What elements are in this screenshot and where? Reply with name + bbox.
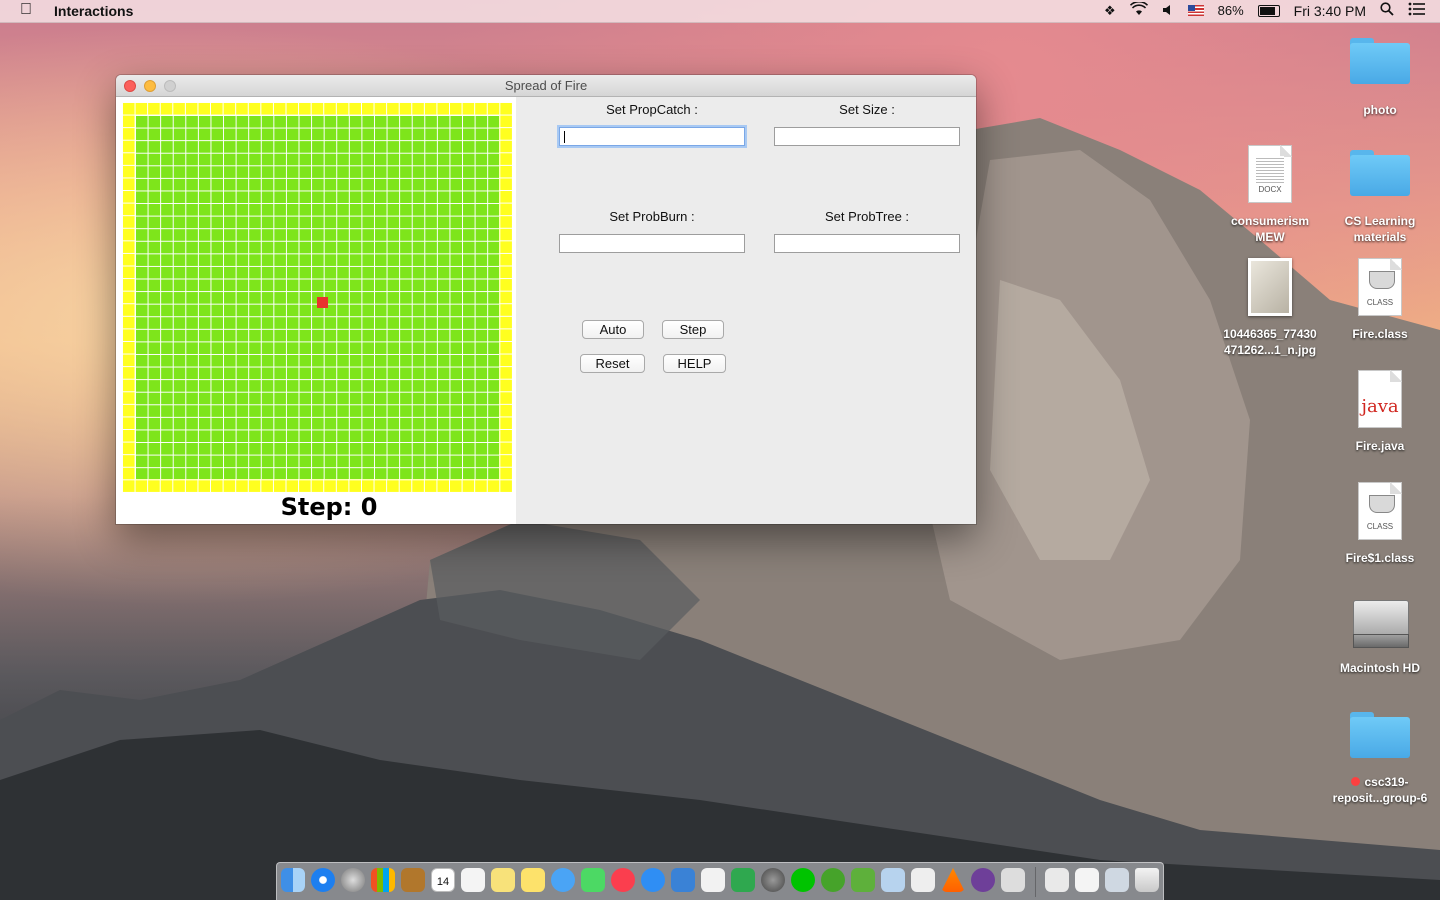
help-button[interactable]: HELP <box>663 354 726 373</box>
window-titlebar[interactable]: Spread of Fire <box>116 75 976 97</box>
probtree-input[interactable] <box>774 234 960 253</box>
virtualbox-icon[interactable] <box>881 868 905 892</box>
icon-label-line2: 471262...1_n.jpg <box>1223 343 1317 357</box>
probburn-input[interactable] <box>559 234 745 253</box>
notes-icon[interactable] <box>491 868 515 892</box>
dock-separator <box>1035 867 1036 897</box>
propcatch-input[interactable] <box>559 127 745 146</box>
java-class-icon: CLASS <box>1358 482 1402 540</box>
dock: 14 <box>276 862 1164 900</box>
java-source-icon: java <box>1358 370 1402 428</box>
keynote-icon[interactable] <box>671 868 695 892</box>
desktop-icon-fire-java[interactable]: java Fire.java <box>1325 370 1435 454</box>
downloads-stack-icon[interactable] <box>1045 868 1069 892</box>
window-title: Spread of Fire <box>504 78 588 93</box>
calendar-icon[interactable]: 14 <box>431 868 455 892</box>
probtree-label: Set ProbTree : <box>824 209 910 224</box>
windows-app-icon[interactable] <box>371 868 395 892</box>
java-app-icon[interactable] <box>1075 868 1099 892</box>
hard-drive-icon <box>1351 594 1409 650</box>
desktop-icon-fire-class[interactable]: CLASS Fire.class <box>1325 258 1435 342</box>
icon-label-line2: materials <box>1353 230 1407 244</box>
reminders-icon[interactable] <box>461 868 485 892</box>
desktop-icon-macintosh-hd[interactable]: Macintosh HD <box>1325 594 1435 676</box>
propcatch-label: Set PropCatch : <box>606 102 698 117</box>
apple-menu-icon[interactable]:  <box>20 1 32 19</box>
menu-bar:  Interactions ❖ 86% Fri 3:40 PM <box>0 0 1440 23</box>
active-app-name[interactable]: Interactions <box>54 3 133 19</box>
evernote-icon[interactable] <box>851 868 875 892</box>
github-icon[interactable] <box>971 868 995 892</box>
probburn-label: Set ProbBurn : <box>609 209 695 224</box>
line-icon[interactable] <box>791 868 815 892</box>
minimize-window-button[interactable] <box>144 80 156 92</box>
desktop-icon-csc319[interactable]: csc319- reposit...group-6 <box>1325 712 1435 806</box>
spread-of-fire-window: Spread of Fire Step: 0 Set PropCatch : S… <box>116 75 976 524</box>
burning-cell <box>317 297 328 308</box>
utorrent-icon[interactable] <box>821 868 845 892</box>
icon-label: Fire.class <box>1352 327 1408 341</box>
folder-icon <box>1350 38 1410 84</box>
icon-label-line1: 10446365_77430 <box>1223 327 1317 341</box>
jgrasp-icon[interactable] <box>911 868 935 892</box>
contacts-icon[interactable] <box>401 868 425 892</box>
desktop-icon-cs-learning[interactable]: CS Learning materials <box>1325 150 1435 245</box>
icon-label-line1: consumerism <box>1230 214 1310 228</box>
reset-button[interactable]: Reset <box>580 354 645 373</box>
red-tag-icon <box>1351 777 1361 786</box>
step-counter: Step: 0 <box>280 493 378 521</box>
desktop-icon-photo[interactable]: photo <box>1325 38 1435 118</box>
safari-icon[interactable] <box>311 868 335 892</box>
battery-percent[interactable]: 86% <box>1218 3 1244 18</box>
spotlight-search-icon[interactable] <box>1380 2 1394 19</box>
numbers-icon[interactable] <box>731 868 755 892</box>
icon-label-line2: reposit...group-6 <box>1332 791 1428 805</box>
folder-icon <box>1350 712 1410 758</box>
notification-center-icon[interactable] <box>1408 2 1426 19</box>
itunes-icon[interactable] <box>611 868 635 892</box>
preview-icon[interactable] <box>1001 868 1025 892</box>
icon-label-line2: MEW <box>1255 230 1285 244</box>
launchpad-icon[interactable] <box>341 868 365 892</box>
close-window-button[interactable] <box>124 80 136 92</box>
stickies-icon[interactable] <box>521 868 545 892</box>
desktop-icon-consumerism[interactable]: DOCX consumerism MEW <box>1215 145 1325 245</box>
simulation-panel: Step: 0 <box>116 97 516 524</box>
text-caret <box>564 131 565 143</box>
facetime-icon[interactable] <box>581 868 605 892</box>
trash-icon[interactable] <box>1135 868 1159 892</box>
battery-icon[interactable] <box>1257 4 1280 17</box>
app-store-icon[interactable] <box>641 868 665 892</box>
icon-label-line1: CS Learning <box>1344 214 1416 228</box>
pages-icon[interactable] <box>701 868 725 892</box>
wifi-icon[interactable] <box>1129 0 1148 19</box>
zoom-window-button[interactable] <box>164 80 176 92</box>
size-label: Set Size : <box>839 102 895 117</box>
clock[interactable]: Fri 3:40 PM <box>1294 3 1366 19</box>
status-area: ❖ 86% Fri 3:40 PM <box>1104 0 1426 19</box>
step-button[interactable]: Step <box>662 320 724 339</box>
system-preferences-icon[interactable] <box>761 868 785 892</box>
image-thumbnail-icon <box>1248 258 1292 316</box>
messages-icon[interactable] <box>551 868 575 892</box>
vlc-icon[interactable] <box>941 868 965 892</box>
volume-icon[interactable] <box>1162 3 1174 19</box>
icon-label: Macintosh HD <box>1339 661 1420 675</box>
size-input[interactable] <box>774 127 960 146</box>
finder-icon[interactable] <box>281 868 305 892</box>
icon-label: Fire$1.class <box>1345 551 1415 565</box>
auto-button[interactable]: Auto <box>582 320 644 339</box>
folder-icon <box>1350 150 1410 196</box>
desktop-icon-fire1-class[interactable]: CLASS Fire$1.class <box>1325 482 1435 566</box>
icon-label: photo <box>1363 103 1397 117</box>
dropbox-icon[interactable]: ❖ <box>1104 3 1116 19</box>
docx-document-icon: DOCX <box>1248 145 1292 203</box>
screen-app-icon[interactable] <box>1105 868 1129 892</box>
us-flag-icon[interactable] <box>1187 5 1204 16</box>
forest-grid <box>122 102 512 492</box>
java-class-icon: CLASS <box>1358 258 1402 316</box>
icon-label: Fire.java <box>1355 439 1405 453</box>
icon-label-line1: csc319- <box>1325 774 1435 790</box>
desktop-icon-photo-jpg[interactable]: 10446365_77430 471262...1_n.jpg <box>1215 258 1325 358</box>
